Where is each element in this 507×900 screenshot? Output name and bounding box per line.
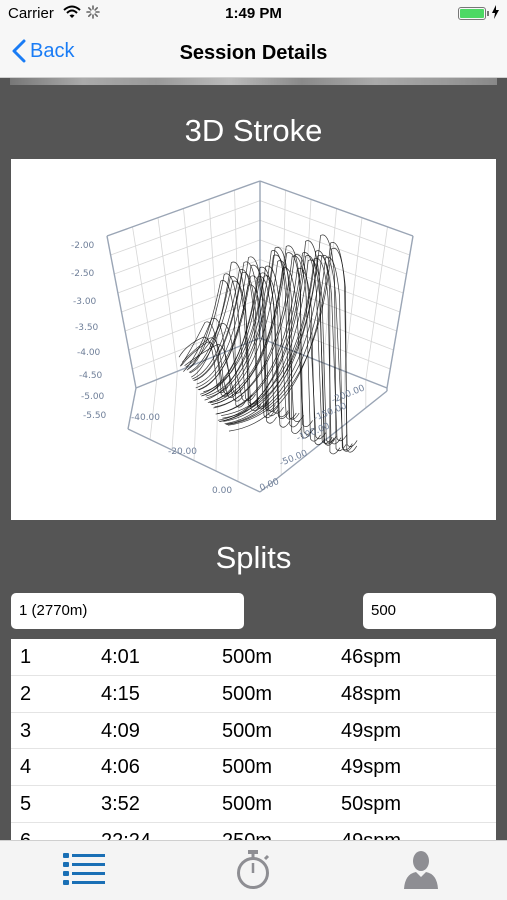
split-time: 4:01: [101, 646, 140, 668]
tab-bar: [0, 840, 507, 900]
table-row[interactable]: 4 4:06 500m 49spm: [11, 749, 496, 787]
tab-profile[interactable]: [403, 850, 439, 895]
axis-edge: [386, 235, 414, 389]
split-time: 4:09: [101, 719, 140, 742]
z-tick-label: -2.00: [71, 241, 95, 251]
split-distance: 500m: [222, 793, 273, 816]
splits-section-title: Splits: [215, 540, 292, 575]
split-distance: 500m: [222, 646, 273, 668]
y-tick-label: 0.00: [258, 477, 281, 494]
axis-edge: [106, 235, 137, 389]
split-stroke-rate: 46spm: [341, 646, 402, 668]
grid-line: [132, 226, 158, 380]
page-title: Session Details: [179, 42, 328, 64]
split-stroke-rate: 48spm: [341, 682, 402, 705]
split-distance-input[interactable]: 500: [363, 593, 496, 629]
battery-icon: [458, 7, 486, 20]
tab-sessions[interactable]: [62, 851, 106, 894]
map-preview: [10, 78, 497, 85]
split-time: 22:24: [101, 830, 151, 840]
stroke-trace: [211, 252, 312, 439]
back-label: Back: [30, 39, 75, 62]
battery-tip: [487, 11, 489, 16]
grid-line: [149, 379, 158, 440]
table-row[interactable]: 3 4:09 500m 49spm: [11, 713, 496, 750]
tab-timer[interactable]: [235, 849, 271, 896]
wifi-icon: [63, 5, 81, 23]
split-time: 4:15: [101, 682, 140, 705]
list-icon: [63, 853, 105, 885]
back-button[interactable]: Back: [12, 39, 74, 63]
split-distance: 500m: [222, 719, 273, 742]
battery-level: [460, 9, 484, 18]
split-stroke-rate: 49spm: [341, 719, 402, 742]
split-distance: 250m: [222, 830, 272, 840]
split-index: 2: [20, 682, 32, 705]
split-stroke-rate: 49spm: [341, 756, 402, 779]
axis-edge: [127, 428, 261, 493]
table-row[interactable]: 6 22:24 250m 49spm: [11, 823, 496, 840]
navigation-bar: Back Session Details: [0, 28, 507, 78]
stroke-traces: [178, 234, 358, 455]
stroke-trace: [188, 276, 260, 405]
charging-icon: [491, 5, 500, 23]
grid-line: [171, 371, 178, 451]
carrier-label: Carrier: [8, 5, 54, 22]
stroke-section-title: 3D Stroke: [184, 113, 323, 148]
z-tick-label: -5.50: [83, 411, 107, 421]
grid-line: [344, 217, 363, 372]
split-time: 3:52: [101, 793, 140, 816]
split-stroke-rate: 49spm: [341, 830, 401, 840]
z-tick-label: -4.00: [77, 348, 101, 358]
x-tick-label: 0.00: [212, 486, 232, 496]
person-icon: [404, 851, 438, 889]
grid-line: [365, 226, 388, 380]
split-index: 4: [20, 756, 32, 779]
split-index: 3: [20, 719, 32, 742]
activity-spinner-icon: [86, 5, 100, 23]
stroke-3d-chart: -2.00 -2.50 -3.00 -3.50 -4.00 -4.50 -5.00 -5.50…: [11, 159, 496, 520]
z-tick-label: -3.00: [73, 297, 97, 307]
split-index: 5: [20, 793, 32, 816]
split-index: 1: [20, 646, 32, 668]
splits-table: 1 4:01 500m 46spm 2 4:15 500m 48spm 3 4:09 500m 49s…: [11, 639, 496, 840]
stroke-3d-plot: -2.00 -2.50 -3.00 -3.50 -4.00 -4.50 -5.00 -5.50…: [71, 180, 414, 496]
z-tick-label: -2.50: [71, 269, 95, 279]
axis-edge: [106, 180, 261, 237]
split-index: 6: [20, 830, 31, 840]
z-tick-label: -5.00: [81, 392, 105, 402]
chevron-left-icon: [12, 39, 26, 63]
split-distance: 500m: [222, 756, 273, 779]
z-tick-label: -3.50: [75, 323, 99, 333]
table-row[interactable]: 2 4:15 500m 48spm: [11, 676, 496, 713]
status-bar: Carrier 1:49 PM: [0, 0, 507, 28]
x-tick-label: -20.00: [168, 447, 197, 457]
x-tick-label: -40.00: [131, 413, 160, 423]
table-row[interactable]: 5 3:52 500m 50spm: [11, 786, 496, 823]
split-distance: 500m: [222, 682, 273, 705]
stopwatch-icon: [237, 850, 270, 889]
table-row[interactable]: 1 4:01 500m 46spm: [11, 639, 496, 676]
split-time: 4:06: [101, 756, 140, 779]
split-selector[interactable]: 1 (2770m): [11, 593, 244, 629]
z-tick-label: -4.50: [79, 371, 103, 381]
stroke-trace: [213, 255, 321, 442]
split-stroke-rate: 50spm: [341, 793, 402, 816]
grid-line: [157, 217, 178, 372]
axis-edge: [259, 180, 414, 237]
